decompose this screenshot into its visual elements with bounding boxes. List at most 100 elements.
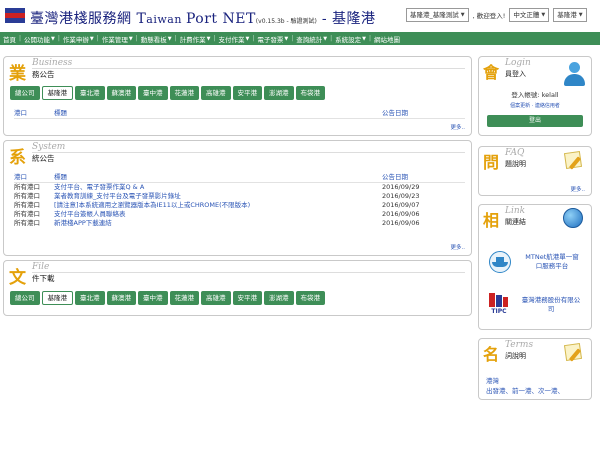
nav-item-sitemap[interactable]: 網站地圖 xyxy=(374,34,400,44)
panel-initial: 名 xyxy=(483,345,500,364)
tab-keelung[interactable]: 基隆港 xyxy=(41,86,73,100)
panel-title: 詞說明 xyxy=(505,352,526,360)
caret-down-icon: ▼ xyxy=(362,35,367,42)
globe-icon xyxy=(563,208,583,228)
login-account: 登入帳號: kelall xyxy=(511,91,559,99)
caret-down-icon: ▼ xyxy=(167,35,172,42)
panel-initial: 業 xyxy=(9,64,26,84)
panel-english-title: Terms xyxy=(505,340,534,350)
system-table: 港口 標題 公告日期 所有港口 支付平台、電子發票作業Q & A 2016/09… xyxy=(14,173,465,228)
announcement-link[interactable]: 支付平台、電子發票作業Q & A xyxy=(54,183,382,192)
nav-item-manage[interactable]: 作業管理 ▼ xyxy=(102,34,133,44)
tab-taichung[interactable]: 臺中港 xyxy=(138,86,168,100)
business-table: 港口 標題 公告日期 xyxy=(14,109,465,119)
panel-english-title: Link xyxy=(505,206,526,216)
chevron-down-icon: ▼ xyxy=(578,12,583,18)
chevron-down-icon: ▼ xyxy=(460,12,465,18)
tab-penghu[interactable]: 澎湖港 xyxy=(264,86,294,100)
twport-link[interactable]: TIPC 臺灣港務股份有限公 司 xyxy=(487,293,587,317)
table-header: 港口 標題 公告日期 xyxy=(14,173,465,183)
tab-kaohsiung[interactable]: 高雄港 xyxy=(201,291,231,305)
tab-taipei[interactable]: 臺北港 xyxy=(75,291,105,305)
announcement-link[interactable]: [請注意]本系統適用之瀏覽器版本為IE11以上或CHROME(不限版本) xyxy=(54,201,382,210)
nav-item-payment[interactable]: 支付作業 ▼ xyxy=(218,34,249,44)
caret-down-icon: ▼ xyxy=(128,35,133,42)
caret-down-icon: ▼ xyxy=(51,35,55,42)
caret-down-icon: ▼ xyxy=(206,35,211,42)
glossary-terms[interactable]: 出發港、前一港、次一港、 xyxy=(486,385,564,395)
flag-logo-icon xyxy=(5,8,25,23)
nav-item-dashboard[interactable]: 動態看板 ▼ xyxy=(141,34,172,44)
panel-english-title: FAQ xyxy=(505,148,525,158)
panel-title: 件下載 xyxy=(32,274,55,283)
tab-head-office[interactable]: 總公司 xyxy=(10,86,40,100)
table-row: 所有港口 支付平台簽帳人員聯絡表 2016/09/06 xyxy=(14,210,420,219)
table-row: 所有港口 新港棧APP下載連結 2016/09/06 xyxy=(14,219,420,228)
panel-title: 務公告 xyxy=(32,70,55,79)
account-links[interactable]: 個案更新 · 連絡信用者 xyxy=(479,102,591,109)
panel-title: 關連結 xyxy=(505,218,526,226)
more-link[interactable]: 更多.. xyxy=(451,243,466,251)
language-select[interactable]: 中文正體 ▼ xyxy=(509,8,550,22)
tipc-logo-icon: TIPC xyxy=(487,293,511,317)
related-links-panel: 相 Link 關連結 MTNet航港單一窗 口服務平台 TIPC 臺灣港務股份有… xyxy=(478,204,592,330)
nav-item-public[interactable]: 公開功能 ▼ xyxy=(24,34,55,44)
port-select[interactable]: 基隆港 ▼ xyxy=(553,8,587,22)
caret-down-icon: ▼ xyxy=(284,35,289,42)
system-announcements-panel: 系 System 統公告 港口 標題 公告日期 所有港口 支付平台、電子發票作業… xyxy=(3,140,472,256)
announcement-link[interactable]: 業者教育訓練_支付平台及電子發票影片錄址 xyxy=(54,192,382,201)
tab-penghu[interactable]: 澎湖港 xyxy=(264,291,294,305)
table-row: 所有港口 [請注意]本系統適用之瀏覽器版本為IE11以上或CHROME(不限版本… xyxy=(14,201,420,210)
nav-item-settings[interactable]: 系統設定 ▼ xyxy=(335,34,366,44)
caret-down-icon: ▼ xyxy=(245,35,250,42)
table-header: 港口 標題 公告日期 xyxy=(14,109,465,119)
panel-title: 統公告 xyxy=(32,154,55,163)
user-select[interactable]: 基隆港_基隆測試 ▼ xyxy=(406,8,469,22)
tab-keelung[interactable]: 基隆港 xyxy=(41,291,73,305)
tab-suao[interactable]: 蘇澳港 xyxy=(106,86,136,100)
logout-button[interactable]: 登出 xyxy=(487,115,583,127)
nav-item-billing[interactable]: 計費作業 ▼ xyxy=(180,34,211,44)
mtnet-link[interactable]: MTNet航港單一窗 口服務平台 xyxy=(487,251,587,273)
tab-hualien[interactable]: 花蓮港 xyxy=(169,291,199,305)
tab-taichung[interactable]: 臺中港 xyxy=(138,291,168,305)
tab-suao[interactable]: 蘇澳港 xyxy=(106,291,136,305)
glossary-category[interactable]: 港灣 xyxy=(486,375,499,385)
tab-hualien[interactable]: 花蓮港 xyxy=(169,86,199,100)
nav-item-einvoice[interactable]: 電子發票 ▼ xyxy=(257,34,288,44)
table-row: 所有港口 支付平台、電子發票作業Q & A 2016/09/29 xyxy=(14,183,420,192)
announcement-link[interactable]: 新港棧APP下載連結 xyxy=(54,219,382,228)
panel-title: 員登入 xyxy=(505,70,526,78)
tab-anping[interactable]: 安平港 xyxy=(232,291,262,305)
port-tabs: 總公司 基隆港 臺北港 蘇澳港 臺中港 花蓮港 高雄港 安平港 澎湖港 布袋港 xyxy=(10,86,325,100)
more-link[interactable]: 更多.. xyxy=(571,185,586,193)
caret-down-icon: ▼ xyxy=(89,35,94,42)
ship-icon xyxy=(487,251,513,273)
nav-item-apply[interactable]: 作業申辦 ▼ xyxy=(63,34,94,44)
tab-kaohsiung[interactable]: 高雄港 xyxy=(201,86,231,100)
faq-panel: 問 FAQ 題說明 更多.. xyxy=(478,146,592,196)
caret-down-icon: ▼ xyxy=(323,35,328,42)
panel-initial: 問 xyxy=(483,153,500,172)
panel-initial: 系 xyxy=(9,148,26,168)
tab-head-office[interactable]: 總公司 xyxy=(10,291,40,305)
nav-item-query[interactable]: 查詢統計 ▼ xyxy=(296,34,327,44)
tab-budai[interactable]: 布袋港 xyxy=(295,86,325,100)
panel-english-title: File xyxy=(32,262,50,272)
chevron-down-icon: ▼ xyxy=(541,12,546,18)
nav-item-home[interactable]: 首頁 xyxy=(3,34,16,44)
user-icon xyxy=(561,61,587,87)
table-row: 所有港口 業者教育訓練_支付平台及電子發票影片錄址 2016/09/23 xyxy=(14,192,420,201)
tab-anping[interactable]: 安平港 xyxy=(232,86,262,100)
tab-taipei[interactable]: 臺北港 xyxy=(75,86,105,100)
panel-title: 題說明 xyxy=(505,160,526,168)
site-header: 臺灣港棧服務網 Taiwan Port NET(v0.15.3b - 驗證測試)… xyxy=(0,0,600,30)
file-download-panel: 文 File 件下載 總公司 基隆港 臺北港 蘇澳港 臺中港 花蓮港 高雄港 安… xyxy=(3,260,472,316)
more-link[interactable]: 更多.. xyxy=(451,123,466,131)
tab-budai[interactable]: 布袋港 xyxy=(295,291,325,305)
announcement-link[interactable]: 支付平台簽帳人員聯絡表 xyxy=(54,210,382,219)
main-nav: 首頁 | 公開功能 ▼ | 作業申辦 ▼ | 作業管理 ▼ | 動態看板 ▼ | 計費作業 ▼ | 支… xyxy=(0,32,600,45)
panel-english-title: System xyxy=(32,142,66,152)
panel-initial: 文 xyxy=(9,268,26,288)
port-tabs: 總公司 基隆港 臺北港 蘇澳港 臺中港 花蓮港 高雄港 安平港 澎湖港 布袋港 xyxy=(10,291,325,305)
